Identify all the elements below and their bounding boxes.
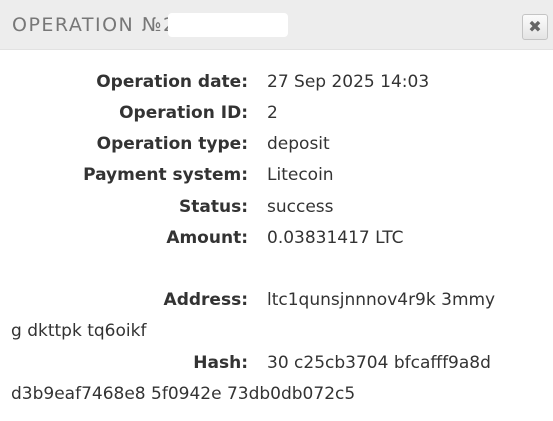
hash-value-continued: d3b9eaf7468e8 5f0942e 73db0db072c5 bbox=[11, 384, 356, 404]
address-continued-row: g dkttpk tq6oikf bbox=[0, 321, 553, 347]
status-label: Status: bbox=[179, 197, 248, 217]
close-icon[interactable]: ✖ bbox=[522, 14, 548, 40]
payment-system-value: Litecoin bbox=[267, 165, 334, 185]
operation-date-value: 27 Sep 2025 14:03 bbox=[267, 72, 430, 92]
amount-value: 0.03831417 LTC bbox=[267, 228, 404, 248]
operation-type-row: Operation type: deposit bbox=[0, 134, 553, 160]
amount-row: Amount: 0.03831417 LTC bbox=[0, 228, 553, 254]
amount-label: Amount: bbox=[166, 228, 248, 248]
operation-id-label: Operation ID: bbox=[119, 103, 248, 123]
operation-date-row: Operation date: 27 Sep 2025 14:03 bbox=[0, 72, 553, 98]
redacted-operation-number bbox=[168, 13, 288, 37]
operation-date-label: Operation date: bbox=[96, 72, 248, 92]
operation-id-row: Operation ID: 2 bbox=[0, 103, 553, 129]
operation-type-label: Operation type: bbox=[96, 134, 248, 154]
address-value: ltc1qunsjnnnov4r9k 3mmy bbox=[267, 290, 496, 310]
payment-system-row: Payment system: Litecoin bbox=[0, 165, 553, 191]
hash-continued-row: d3b9eaf7468e8 5f0942e 73db0db072c5 bbox=[0, 384, 553, 410]
dialog-header: OPERATION №224 ✖ bbox=[0, 0, 553, 50]
operation-id-value: 2 bbox=[267, 103, 278, 123]
address-row: Address: ltc1qunsjnnnov4r9k 3mmy bbox=[0, 290, 553, 316]
address-label: Address: bbox=[163, 290, 248, 310]
payment-system-label: Payment system: bbox=[83, 165, 248, 185]
operation-type-value: deposit bbox=[267, 134, 330, 154]
address-value-continued: g dkttpk tq6oikf bbox=[11, 321, 147, 341]
status-row: Status: success bbox=[0, 197, 553, 223]
hash-label: Hash: bbox=[193, 353, 248, 373]
status-value: success bbox=[267, 197, 334, 217]
hash-row: Hash: 30 c25cb3704 bfcafff9a8d bbox=[0, 353, 553, 379]
hash-value: 30 c25cb3704 bfcafff9a8d bbox=[267, 353, 491, 373]
